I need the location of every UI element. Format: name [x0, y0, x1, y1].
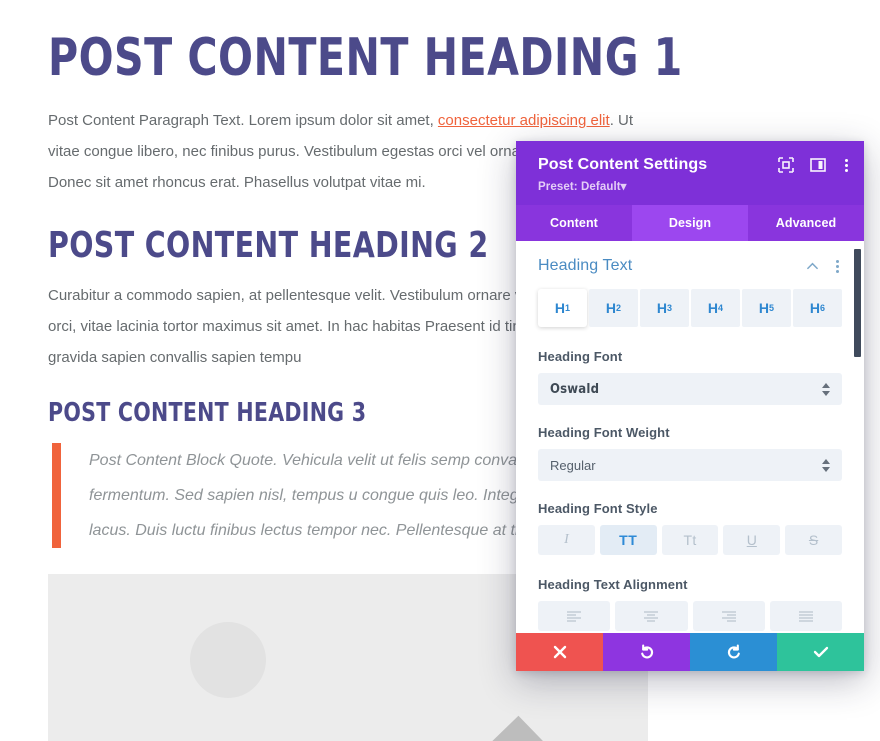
save-button[interactable]	[777, 633, 864, 671]
heading-level-h6[interactable]: H6	[793, 289, 842, 327]
panel-preset-label: Preset: Default	[538, 181, 621, 193]
align-justify-glyph	[798, 610, 813, 622]
panel-preset-caret-icon: ▾	[620, 181, 627, 193]
heading-level-h1-label: H	[554, 300, 566, 316]
uppercase-glyph: TT	[619, 532, 638, 548]
small-caps-icon[interactable]: Tt	[661, 525, 719, 555]
heading-level-h1[interactable]: H1	[538, 289, 587, 327]
redo-button[interactable]	[690, 633, 777, 671]
section-options-icon[interactable]	[833, 259, 842, 273]
undo-icon	[640, 644, 653, 659]
align-left-icon[interactable]	[538, 601, 611, 631]
heading-level-h5-label: H	[758, 300, 770, 316]
panel-preset-selector[interactable]: Preset: Default▾	[538, 179, 846, 193]
check-icon	[813, 646, 828, 658]
underline-icon[interactable]: U	[723, 525, 781, 555]
heading-font-weight-spinner-icon	[822, 458, 830, 472]
uppercase-icon[interactable]: TT	[599, 525, 657, 555]
align-left-glyph	[567, 610, 582, 622]
chevron-up-icon[interactable]	[806, 260, 819, 273]
more-options-icon[interactable]	[842, 158, 850, 172]
align-center-glyph	[644, 610, 659, 622]
heading-font-label: Heading Font	[538, 349, 623, 364]
section-title: Heading Text	[538, 257, 633, 274]
tab-advanced[interactable]: Advanced	[748, 205, 864, 241]
heading-font-weight-value: Regular	[550, 457, 596, 473]
panel-header-actions	[778, 157, 850, 173]
heading-text-section-header: Heading Text	[538, 241, 842, 289]
panel-scrollbar[interactable]	[854, 249, 861, 633]
panel-scroll-content: Heading Text H1 H2 H3 H4 H5 H6 Heading F…	[516, 241, 864, 633]
redo-icon	[727, 644, 740, 659]
post-heading-1: Post Content Heading 1	[48, 28, 683, 88]
heading-level-selector: H1 H2 H3 H4 H5 H6	[538, 289, 842, 327]
panel-tabs: Content Design Advanced	[516, 205, 864, 241]
panel-header: Post Content Settings Preset: Default▾	[516, 141, 864, 205]
panel-scrollbar-thumb[interactable]	[854, 249, 861, 357]
underline-glyph: U	[746, 532, 757, 548]
italic-icon[interactable]: I	[538, 525, 595, 555]
small-caps-glyph: Tt	[683, 532, 697, 548]
heading-font-weight-select[interactable]: Regular	[538, 449, 842, 481]
paragraph-1-text-before: Post Content Paragraph Text. Lorem ipsum…	[48, 112, 438, 130]
align-right-icon[interactable]	[692, 601, 765, 631]
align-center-icon[interactable]	[615, 601, 688, 631]
heading-text-alignment-options	[538, 601, 842, 631]
heading-font-select[interactable]: Oswald	[538, 373, 842, 405]
heading-level-h2-label: H	[605, 300, 617, 316]
paragraph-1-link[interactable]: consectetur adipiscing elit	[438, 112, 610, 129]
post-content-settings-panel: Post Content Settings Preset: Default▾ C…	[516, 141, 864, 671]
heading-font-style-label: Heading Font Style	[538, 501, 658, 516]
strikethrough-glyph: S	[808, 532, 819, 548]
heading-level-h3-label: H	[656, 300, 668, 316]
heading-level-h3[interactable]: H3	[640, 289, 689, 327]
heading-font-weight-label: Heading Font Weight	[538, 425, 670, 440]
undo-button[interactable]	[603, 633, 690, 671]
heading-font-style-options: I TT Tt U S	[538, 525, 842, 555]
align-right-glyph	[721, 610, 736, 622]
panel-action-bar	[516, 633, 864, 671]
heading-level-h6-label: H	[809, 300, 821, 316]
cancel-button[interactable]	[516, 633, 603, 671]
heading-level-h2[interactable]: H2	[589, 289, 638, 327]
close-icon	[553, 645, 566, 659]
panel-body: Heading Text H1 H2 H3 H4 H5 H6 Heading F…	[516, 241, 864, 633]
heading-level-h4[interactable]: H4	[691, 289, 740, 327]
heading-text-alignment-label: Heading Text Alignment	[538, 577, 688, 592]
tab-content[interactable]: Content	[516, 205, 632, 241]
strikethrough-icon[interactable]: S	[785, 525, 842, 555]
heading-font-value: Oswald	[550, 381, 600, 397]
align-justify-icon[interactable]	[769, 601, 842, 631]
heading-level-h5[interactable]: H5	[742, 289, 791, 327]
italic-glyph: I	[564, 532, 569, 547]
heading-level-h4-label: H	[707, 300, 719, 316]
heading-font-spinner-icon	[822, 382, 830, 396]
tab-design[interactable]: Design	[632, 205, 748, 241]
layout-split-icon[interactable]	[810, 157, 826, 173]
expand-icon[interactable]	[778, 157, 794, 173]
